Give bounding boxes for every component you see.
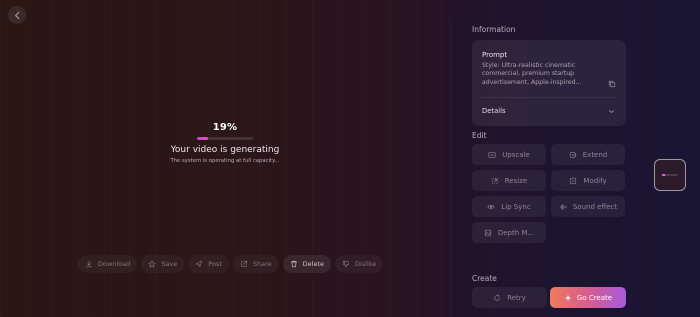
delete-button[interactable]: Delete (282, 255, 332, 273)
star-icon (148, 260, 156, 268)
resize-button[interactable]: Resize (472, 170, 546, 191)
info-panel: Information Prompt Style: Ultra-realisti… (472, 0, 628, 317)
dislike-button[interactable]: Dislike (335, 255, 384, 273)
go-create-label: Go Create (576, 293, 613, 302)
modify-icon (570, 177, 577, 184)
extend-button[interactable]: Extend (551, 144, 625, 165)
resize-icon (491, 177, 498, 184)
download-icon (85, 260, 93, 268)
lip-sync-button[interactable]: Lip Sync (472, 196, 546, 217)
sound-effect-button[interactable]: Sound effect (551, 196, 625, 217)
modify-label: Modify (583, 176, 607, 185)
post-button[interactable]: Post (188, 255, 229, 273)
create-heading: Create (472, 274, 497, 283)
create-actions: Retry Go Create (472, 287, 628, 308)
generation-status: 19% Your video is generating The system … (160, 122, 290, 164)
share-label: Share (252, 260, 272, 268)
generating-title: Your video is generating (170, 145, 280, 155)
information-heading: Information (472, 25, 516, 34)
sparkle-icon (564, 294, 572, 301)
chevron-down-icon[interactable] (608, 108, 615, 115)
upscale-label: Upscale (502, 150, 530, 159)
waveform-icon (559, 203, 567, 210)
prompt-label: Prompt (482, 51, 508, 59)
depth-map-button[interactable]: Depth M... (472, 222, 546, 243)
share-icon (241, 260, 248, 267)
save-button[interactable]: Save (141, 255, 185, 273)
progress-bar (197, 137, 253, 140)
svg-text:HD: HD (490, 154, 494, 157)
retry-button[interactable]: Retry (472, 287, 547, 308)
depth-map-label: Depth M... (497, 228, 535, 237)
depth-icon (484, 229, 491, 236)
share-button[interactable]: Share (232, 255, 279, 273)
save-label: Save (161, 260, 178, 268)
chevron-left-icon (14, 11, 19, 19)
dislike-label: Dislike (355, 260, 377, 268)
download-button[interactable]: Download (78, 255, 138, 273)
send-icon (196, 260, 203, 268)
retry-label: Retry (507, 293, 526, 302)
details-toggle[interactable]: Details (482, 107, 506, 115)
video-actions: Download Save Post Share Delete Dislike (78, 255, 384, 273)
delete-label: Delete (302, 260, 325, 268)
resize-label: Resize (504, 176, 528, 185)
progress-percent: 19% (212, 122, 238, 133)
thumbnail-progress (662, 174, 678, 176)
panel-divider (450, 20, 451, 317)
edit-heading: Edit (472, 131, 487, 140)
download-label: Download (98, 260, 131, 268)
upscale-button[interactable]: HD Upscale (472, 144, 546, 165)
copy-icon[interactable] (608, 80, 616, 88)
modify-button[interactable]: Modify (551, 170, 625, 191)
extend-label: Extend (582, 150, 608, 159)
eye-icon (487, 204, 495, 209)
upscale-icon: HD (488, 151, 496, 158)
back-button[interactable] (8, 6, 26, 24)
thumbs-down-icon (342, 260, 350, 268)
card-separator (482, 97, 616, 98)
go-create-button[interactable]: Go Create (550, 287, 626, 308)
post-label: Post (208, 260, 222, 268)
info-card: Prompt Style: Ultra-realistic cinematic … (472, 40, 626, 126)
extend-icon (569, 151, 576, 158)
trash-icon (290, 260, 297, 268)
thumbnail-progress-fill (662, 174, 666, 176)
sound-effect-label: Sound effect (572, 202, 618, 211)
lip-sync-label: Lip Sync (501, 202, 531, 211)
progress-bar-fill (197, 137, 208, 140)
generating-subtitle: The system is operating at full capacity… (170, 158, 280, 164)
video-thumbnail[interactable] (654, 159, 686, 191)
prompt-text: Style: Ultra-realistic cinematic commerc… (482, 62, 582, 86)
refresh-icon (494, 293, 500, 301)
